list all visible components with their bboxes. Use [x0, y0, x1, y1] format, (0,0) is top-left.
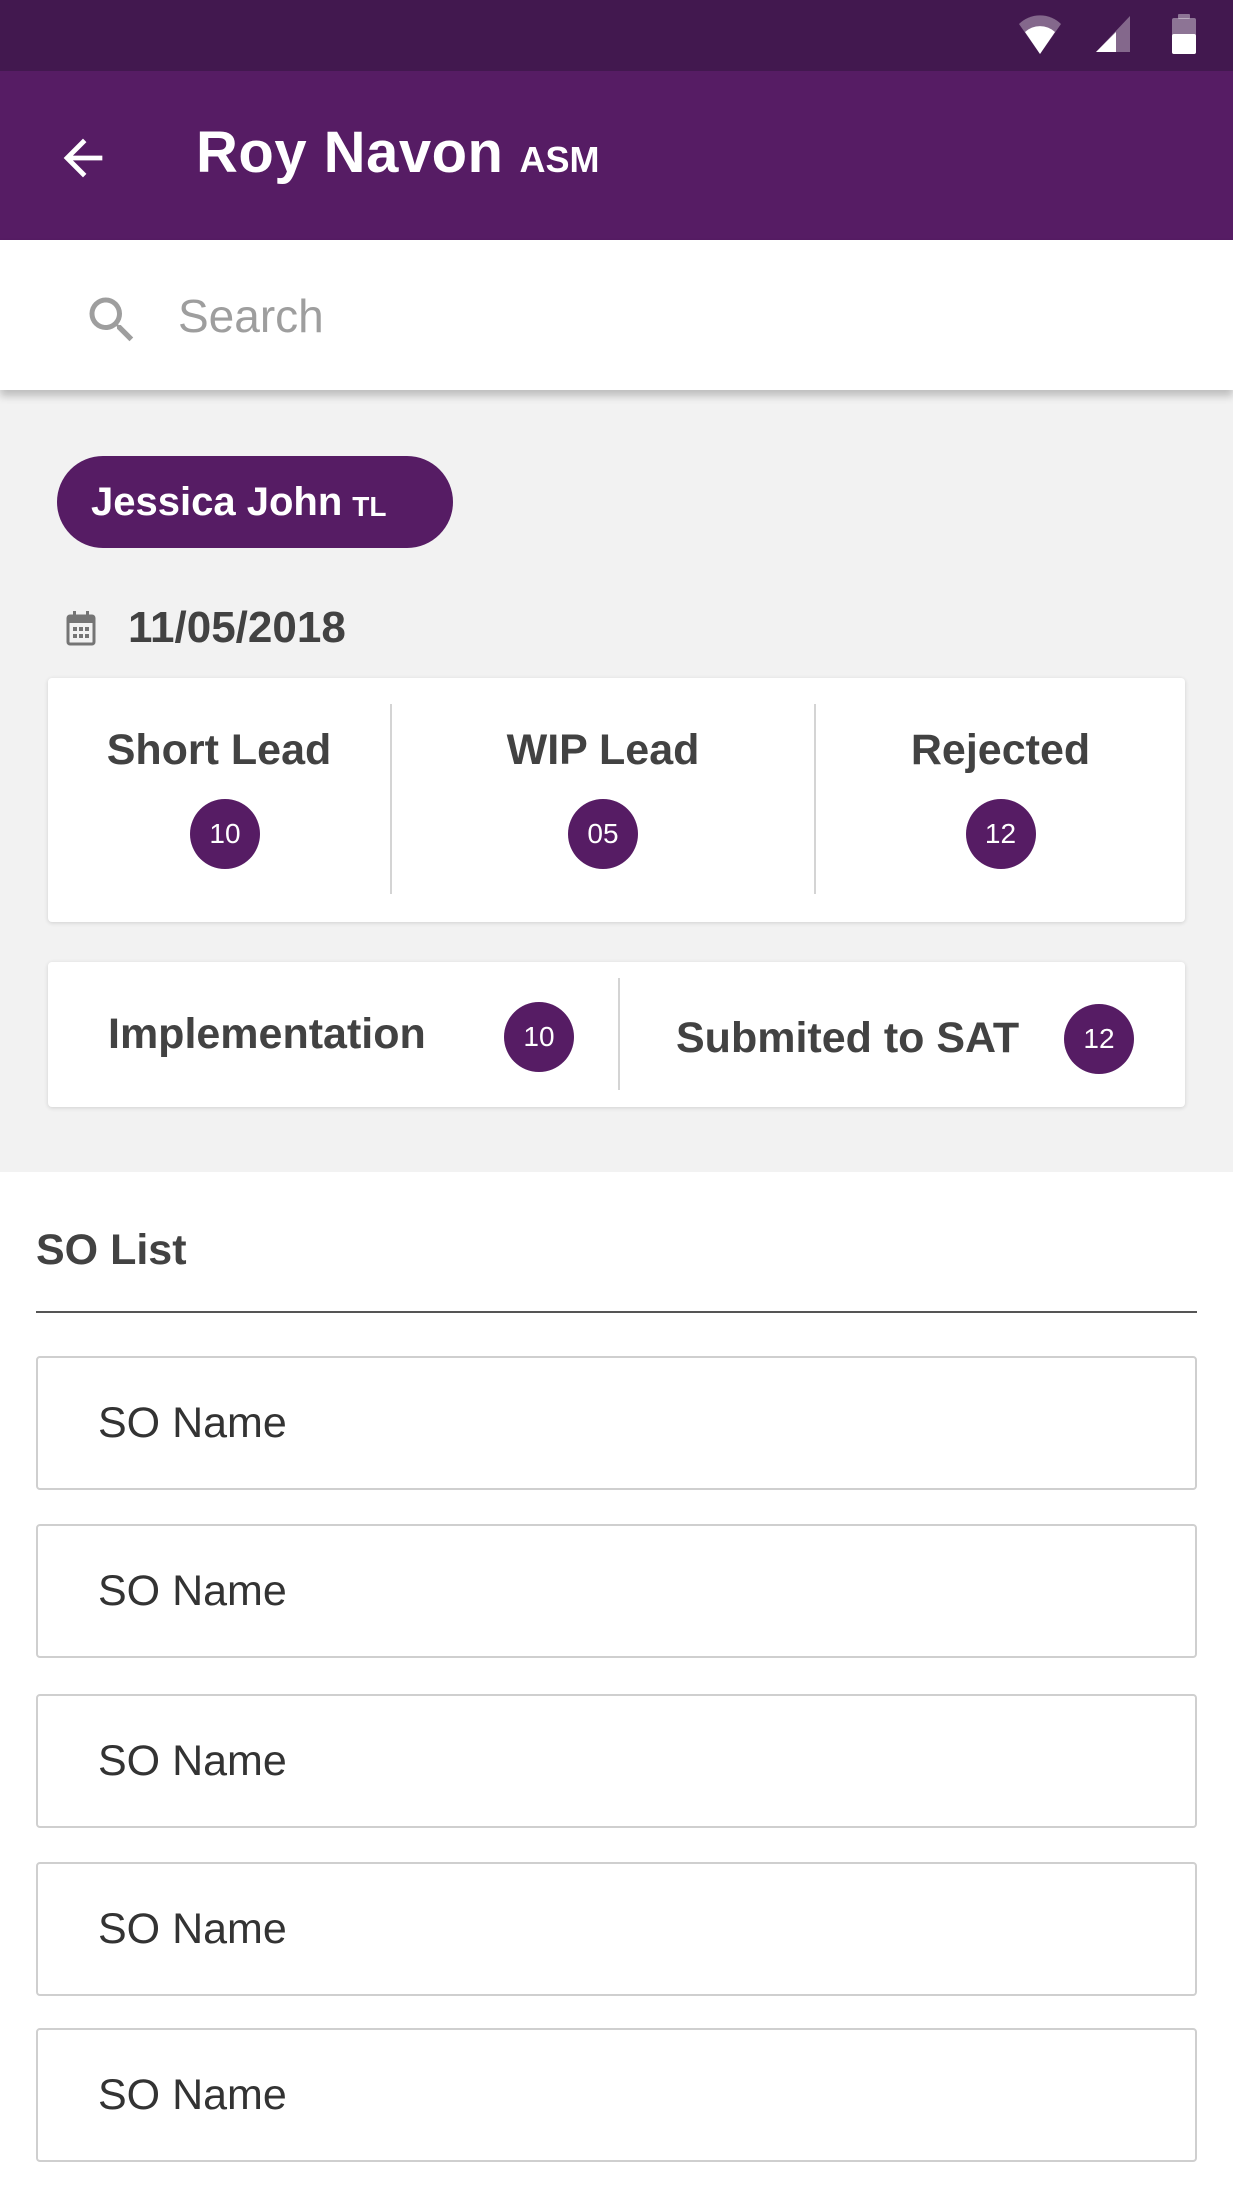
divider: [36, 1311, 1197, 1313]
so-name: SO Name: [98, 1398, 287, 1447]
date-value: 11/05/2018: [128, 603, 346, 652]
so-name: SO Name: [98, 2070, 287, 2119]
count-badge: 05: [568, 799, 638, 869]
search-icon: [89, 297, 134, 342]
date-row[interactable]: 11/05/2018: [66, 598, 346, 658]
chip-name: Jessica John: [91, 479, 343, 524]
app-bar: Roy Navon ASM: [0, 71, 1233, 240]
so-name: SO Name: [98, 1904, 287, 1953]
stat-label: WIP Lead: [506, 726, 700, 774]
stat-label: Implementation: [108, 1010, 426, 1058]
list-item[interactable]: SO Name: [36, 1862, 1197, 1996]
stat-label: Submited to SAT: [676, 1014, 1020, 1062]
stat-label: Rejected: [910, 726, 1091, 774]
so-list-heading: SO List: [36, 1226, 187, 1274]
list-item[interactable]: SO Name: [36, 1356, 1197, 1490]
stat-short-lead[interactable]: Short Lead 10: [48, 678, 390, 922]
so-name: SO Name: [98, 1566, 287, 1615]
stat-rejected[interactable]: Rejected 12: [816, 678, 1185, 922]
summary-area: Jessica John TL 11/05/2018 Short Lead 10…: [0, 390, 1233, 1172]
progress-stats-card: Implementation 10 Submited to SAT 12: [48, 962, 1185, 1107]
list-item[interactable]: SO Name: [36, 1694, 1197, 1828]
stat-wip-lead[interactable]: WIP Lead 05: [392, 678, 814, 922]
list-item[interactable]: SO Name: [36, 2028, 1197, 2162]
list-item[interactable]: SO Name: [36, 1524, 1197, 1658]
status-bar: [0, 0, 1233, 71]
search-input[interactable]: [176, 280, 1160, 352]
stat-label: Short Lead: [106, 726, 332, 774]
signal-icon: [1096, 16, 1130, 52]
wifi-icon: [1019, 15, 1061, 54]
back-button[interactable]: [40, 115, 126, 201]
count-badge: 10: [504, 1002, 574, 1072]
battery-icon: [1172, 14, 1196, 54]
manager-name: Roy Navon: [196, 120, 504, 185]
count-badge: 10: [190, 799, 260, 869]
arrow-left-icon: [63, 138, 103, 178]
page-title: Roy Navon ASM: [196, 119, 599, 199]
calendar-icon: [66, 611, 96, 646]
team-lead-chip[interactable]: Jessica John TL: [57, 456, 453, 548]
so-name: SO Name: [98, 1736, 287, 1785]
stat-implementation[interactable]: Implementation 10: [48, 962, 618, 1107]
search-bar: [0, 240, 1233, 390]
chip-role: TL: [352, 491, 387, 522]
lead-stats-card: Short Lead 10 WIP Lead 05 Rejected 12: [48, 678, 1185, 922]
count-badge: 12: [965, 799, 1036, 869]
count-badge: 12: [1064, 1004, 1134, 1074]
stat-submitted-to-sat[interactable]: Submited to SAT 12: [620, 962, 1185, 1107]
manager-role: ASM: [519, 139, 600, 180]
